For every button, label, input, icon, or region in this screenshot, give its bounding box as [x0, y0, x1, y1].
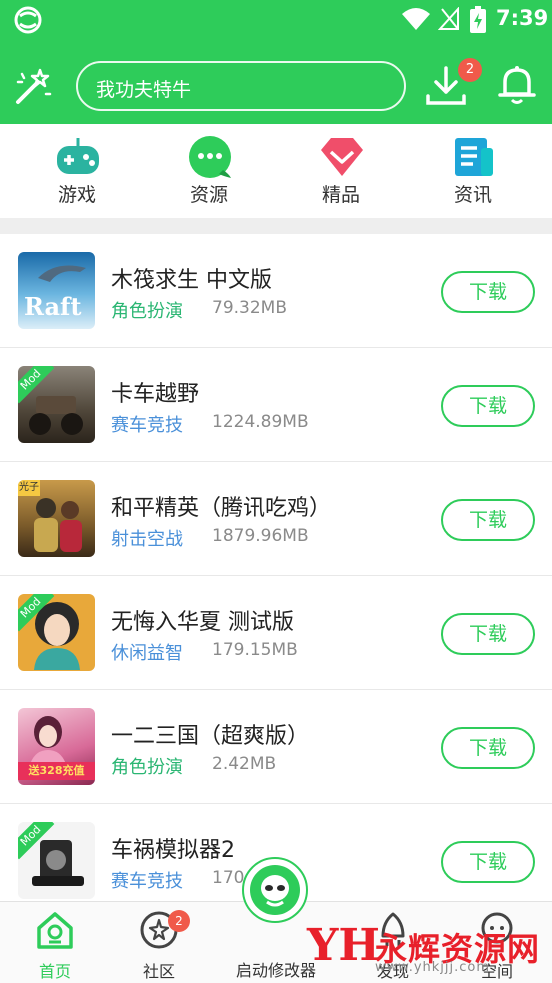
app-title: 木筏求生 中文版 — [111, 268, 272, 293]
tab-community[interactable]: 社区 — [104, 902, 214, 983]
app-category-tag[interactable]: 赛车竞技 — [111, 411, 183, 437]
download-button[interactable]: 下载 — [441, 841, 535, 883]
gem-icon — [321, 138, 363, 176]
app-thumbnail: Mod — [18, 822, 95, 899]
app-size: 2.42MB — [212, 754, 277, 774]
app-category-tag[interactable]: 休闲益智 — [111, 639, 183, 665]
watermark-url: www.yhkjjj.com — [375, 960, 491, 975]
bell-icon[interactable] — [497, 64, 537, 106]
wifi-icon — [402, 8, 430, 30]
app-notification-icon — [14, 6, 42, 34]
category-label: 资讯 — [453, 184, 492, 206]
status-bar: 7:39 — [0, 0, 552, 40]
download-button[interactable]: 下载 — [441, 613, 535, 655]
app-size: 179.15MB — [212, 640, 298, 660]
list-item[interactable]: 光子 和平精英（腾讯吃鸡） 射击空战 1879.96MB 下载 — [0, 462, 552, 576]
list-item[interactable]: 送328充值 一二三国（超爽版） 角色扮演 2.42MB 下载 — [0, 690, 552, 804]
watermark: YH 永辉资源网 www.yhkjjj.com — [303, 916, 552, 983]
app-header: 7:39 我功夫特牛 2 — [0, 0, 552, 124]
download-button[interactable]: 下载 — [441, 499, 535, 541]
app-category-tag[interactable]: 赛车竞技 — [111, 867, 183, 893]
list-item[interactable]: Mod 无悔入华夏 测试版 休闲益智 179.15MB 下载 — [0, 576, 552, 690]
app-title: 卡车越野 — [111, 382, 200, 407]
section-divider — [0, 218, 552, 234]
category-label: 精品 — [321, 184, 360, 206]
list-item[interactable]: Raft 木筏求生 中文版 角色扮演 79.32MB 下载 — [0, 234, 552, 348]
no-signal-icon — [438, 7, 459, 30]
app-title: 车祸模拟器2 — [111, 838, 235, 863]
category-label: 资源 — [189, 184, 228, 206]
list-item[interactable]: Mod 卡车越野 赛车竞技 1224.89MB 下载 — [0, 348, 552, 462]
app-title: 一二三国（超爽版） — [111, 724, 310, 749]
download-badge: 2 — [458, 58, 482, 82]
download-button[interactable]: 下载 — [441, 271, 535, 313]
app-category-tag[interactable]: 角色扮演 — [111, 753, 183, 779]
app-title: 和平精英（腾讯吃鸡） — [111, 496, 332, 521]
app-size: 1224.89MB — [212, 412, 309, 432]
app-title: 无悔入华夏 测试版 — [111, 610, 294, 635]
tab-home[interactable]: 首页 — [0, 902, 110, 983]
category-games[interactable]: 游戏 — [22, 134, 132, 214]
category-news[interactable]: 资讯 — [418, 134, 528, 214]
chat-bubble-icon — [189, 136, 231, 178]
download-button[interactable]: 下载 — [441, 385, 535, 427]
app-thumbnail: 送328充值 — [18, 708, 95, 785]
search-text: 我功夫特牛 — [96, 79, 192, 101]
tab-label: 社区 — [142, 962, 175, 981]
app-thumbnail: Mod — [18, 594, 95, 671]
status-time: 7:39 — [496, 6, 549, 30]
watermark-logo: YH — [307, 920, 380, 971]
app-thumbnail: Raft — [18, 252, 95, 329]
truck-image — [29, 396, 83, 435]
category-premium[interactable]: 精品 — [286, 134, 396, 214]
battery-charging-icon — [470, 6, 486, 33]
app-size: 79.32MB — [212, 298, 287, 318]
news-icon — [455, 138, 493, 176]
launch-modifier-button[interactable] — [242, 857, 308, 923]
soldiers-image — [34, 498, 82, 552]
community-badge: 2 — [168, 910, 190, 932]
magic-wand-icon[interactable] — [14, 66, 54, 106]
search-input[interactable]: 我功夫特牛 — [76, 61, 406, 111]
app-category-tag[interactable]: 射击空战 — [111, 525, 183, 551]
category-resources[interactable]: 资源 — [154, 134, 264, 214]
download-button[interactable]: 下载 — [441, 727, 535, 769]
category-label: 游戏 — [57, 184, 96, 206]
app-size: 1879.96MB — [212, 526, 309, 546]
gamepad-icon — [57, 138, 99, 174]
app-category-tag[interactable]: 角色扮演 — [111, 297, 183, 323]
launcher-icon — [250, 865, 300, 915]
shark-image — [38, 265, 86, 282]
app-thumbnail: 光子 — [18, 480, 95, 557]
home-icon — [37, 912, 73, 949]
tab-label: 首页 — [38, 962, 71, 981]
app-thumbnail: Mod — [18, 366, 95, 443]
